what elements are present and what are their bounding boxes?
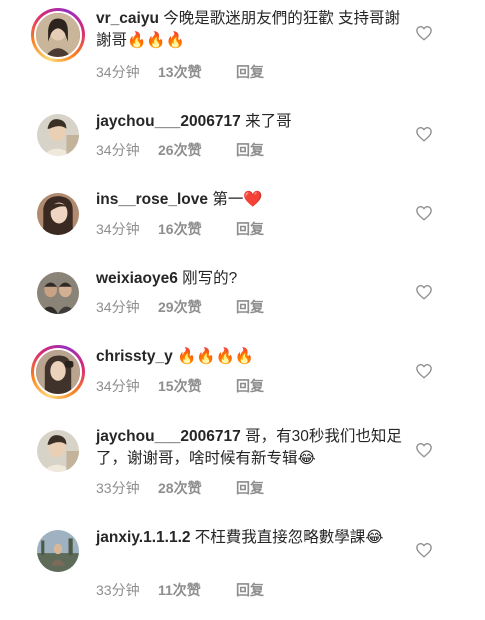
comment-text: janxiy.1.1.1.2 不枉費我直接忽略數學課😂 [96, 527, 412, 549]
reply-button[interactable]: 回复 [236, 580, 264, 600]
comment-time: 34分钟 [96, 142, 140, 158]
comment-likes[interactable]: 13次赞 [158, 62, 236, 82]
comment-meta: 34分钟 29次赞 回复 [96, 297, 264, 317]
avatar-image [37, 114, 79, 156]
comment-time: 34分钟 [96, 221, 140, 237]
comment-likes[interactable]: 26次赞 [158, 140, 236, 160]
comment-username[interactable]: chrissty_y [96, 348, 173, 365]
avatar[interactable] [37, 272, 79, 314]
comment-username[interactable]: jaychou___2006717 [96, 428, 241, 445]
reply-button[interactable]: 回复 [236, 140, 264, 160]
avatar-image [37, 430, 79, 472]
comment-time: 34分钟 [96, 299, 140, 315]
comment-text: ins__rose_love 第一❤️ [96, 189, 412, 211]
comment-body: 🔥🔥🔥🔥 [172, 348, 255, 365]
like-heart-icon[interactable] [415, 441, 433, 459]
comment-username[interactable]: janxiy.1.1.1.2 [96, 529, 191, 546]
comment-meta: 33分钟 11次赞 回复 [96, 580, 264, 600]
comment-username[interactable]: jaychou___2006717 [96, 113, 241, 130]
avatar[interactable] [37, 193, 79, 235]
comment-text: jaychou___2006717 来了哥 [96, 111, 412, 133]
comment-text: weixiaoye6 刚写的? [96, 268, 412, 290]
comment-text: vr_caiyu 今晚是歌迷朋友們的狂歡 支持哥謝謝哥🔥🔥🔥 [96, 8, 412, 52]
avatar[interactable] [37, 530, 79, 572]
reply-button[interactable]: 回复 [236, 219, 264, 239]
like-heart-icon[interactable] [415, 283, 433, 301]
like-heart-icon[interactable] [415, 125, 433, 143]
comment-likes[interactable]: 16次赞 [158, 219, 236, 239]
comment-time: 33分钟 [96, 582, 140, 598]
comment-username[interactable]: vr_caiyu [96, 10, 159, 27]
comment-likes[interactable]: 11次赞 [158, 580, 236, 600]
avatar-image [37, 530, 79, 572]
avatar[interactable] [31, 345, 85, 399]
avatar-image [37, 193, 79, 235]
comment-body: 刚写的? [177, 270, 238, 287]
reply-button[interactable]: 回复 [236, 62, 264, 82]
comment-body: 第一❤️ [208, 191, 263, 208]
comment-text: chrissty_y 🔥🔥🔥🔥 [96, 346, 412, 368]
avatar-image [37, 272, 79, 314]
comment-time: 34分钟 [96, 378, 140, 394]
reply-button[interactable]: 回复 [236, 376, 264, 396]
like-heart-icon[interactable] [415, 541, 433, 559]
comment-username[interactable]: ins__rose_love [96, 191, 208, 208]
comment-meta: 34分钟 16次赞 回复 [96, 219, 264, 239]
like-heart-icon[interactable] [415, 204, 433, 222]
avatar-image [36, 350, 80, 394]
comment-meta: 34分钟 15次赞 回复 [96, 376, 264, 396]
comment-time: 34分钟 [96, 64, 140, 80]
like-heart-icon[interactable] [415, 24, 433, 42]
comment-meta: 34分钟 26次赞 回复 [96, 140, 264, 160]
like-heart-icon[interactable] [415, 362, 433, 380]
comment-meta: 33分钟 28次赞 回复 [96, 478, 264, 498]
comment-body: 来了哥 [240, 113, 292, 130]
comment-text: jaychou___2006717 哥，有30秒我们也知足了，谢谢哥，啥时候有新… [96, 426, 412, 470]
comment-likes[interactable]: 29次赞 [158, 297, 236, 317]
comment-body: 不枉費我直接忽略數學課😂 [190, 529, 384, 546]
avatar[interactable] [37, 430, 79, 472]
reply-button[interactable]: 回复 [236, 297, 264, 317]
avatar-image [36, 13, 80, 57]
comment-username[interactable]: weixiaoye6 [96, 270, 178, 287]
reply-button[interactable]: 回复 [236, 478, 264, 498]
comment-meta: 34分钟 13次赞 回复 [96, 62, 264, 82]
comment-likes[interactable]: 28次赞 [158, 478, 236, 498]
avatar[interactable] [31, 8, 85, 62]
avatar[interactable] [37, 114, 79, 156]
comment-likes[interactable]: 15次赞 [158, 376, 236, 396]
comment-time: 33分钟 [96, 480, 140, 496]
